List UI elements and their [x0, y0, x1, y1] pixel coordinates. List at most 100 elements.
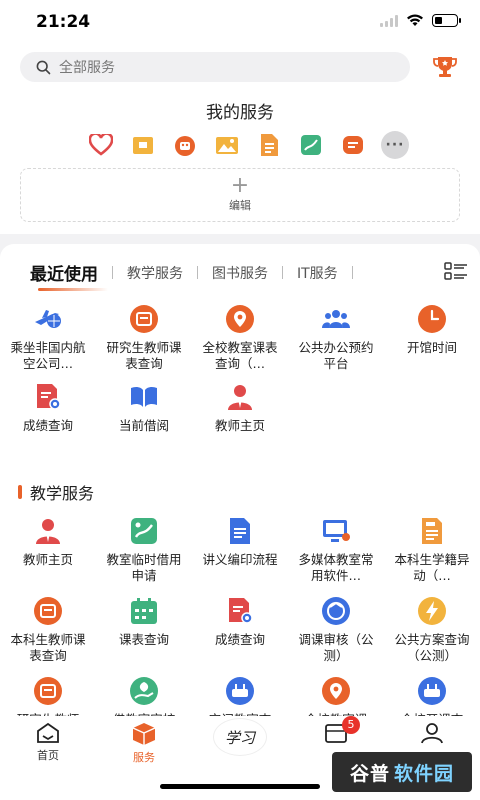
book-icon — [129, 382, 159, 412]
teacher-icon — [225, 382, 255, 412]
cube-icon — [132, 723, 156, 745]
service-name: 本科生学籍异动（… — [394, 552, 470, 583]
grade-search-icon — [33, 382, 63, 412]
status-time: 21:24 — [36, 12, 91, 32]
tab-divider — [351, 266, 353, 279]
services-card: 最近使用 教学服务 图书服务 IT服务 乘坐非国内航空公司… 研究生教师课表查询全… — [0, 244, 480, 724]
nav-services[interactable]: 服务 — [114, 722, 174, 765]
service-name: 全校教室课表查询（… — [202, 340, 278, 371]
service-name: 公共方案查询（公测） — [394, 632, 470, 663]
service-row: 乘坐非国内航空公司… 研究生教师课表查询 全校教室课表查询（… 公共办公预约平台 开馆时… — [0, 304, 480, 372]
home-icon — [37, 722, 59, 743]
swap-icon — [321, 596, 351, 626]
nav-profile[interactable] — [402, 722, 462, 744]
hand-leaf-icon — [129, 676, 159, 706]
student-status-icon — [417, 516, 447, 546]
service-item[interactable]: 教师主页 — [0, 516, 96, 584]
service-item[interactable]: 公共办公预约平台 — [288, 304, 384, 372]
signal-icon — [380, 14, 398, 27]
tab-teaching[interactable]: 教学服务 — [127, 263, 183, 283]
nav-home[interactable]: 首页 — [18, 722, 78, 763]
search-bar[interactable]: 全部服务 — [20, 52, 410, 82]
service-item[interactable]: 讲义编印流程 — [192, 516, 288, 584]
message-icon[interactable] — [338, 130, 368, 160]
service-name: 研究生教师课表查询 — [106, 340, 182, 371]
service-item[interactable]: 教师主页 — [192, 382, 288, 434]
edit-services-button[interactable]: + 编辑 — [20, 168, 460, 222]
document-icon[interactable] — [254, 130, 284, 160]
nav-messages[interactable]: 5 — [306, 716, 366, 744]
router-icon — [417, 676, 447, 706]
watermark-text-a: 谷普 — [349, 762, 390, 785]
tab-library[interactable]: 图书服务 — [212, 263, 268, 283]
logo-button[interactable]: 学习 — [213, 718, 267, 756]
lightning-icon — [417, 596, 447, 626]
service-name: 多媒体教室常用软件… — [298, 552, 374, 583]
service-row: 成绩查询 当前借阅 教师主页 — [0, 382, 480, 434]
service-name: 调课审核（公测） — [298, 632, 374, 663]
service-item[interactable]: 本科生教师课表查询 — [0, 596, 96, 664]
user-icon — [421, 723, 443, 744]
service-item[interactable]: 乘坐非国内航空公司… — [0, 304, 96, 372]
service-name: 教室临时借用申请 — [106, 552, 182, 583]
service-item[interactable]: 当前借阅 — [96, 382, 192, 434]
robot-icon[interactable] — [170, 130, 200, 160]
messages-badge: 5 — [342, 716, 360, 734]
home-indicator — [160, 784, 320, 789]
service-item[interactable]: 调课审核（公测） — [288, 596, 384, 664]
service-row: 教师主页 教室临时借用申请 讲义编印流程 多媒体教室常用软件… 本科生学籍异动（… — [0, 516, 480, 584]
service-name: 当前借阅 — [118, 418, 169, 433]
battery-icon — [432, 14, 461, 27]
more-icon[interactable]: ··· — [380, 130, 410, 160]
service-item[interactable]: 公共方案查询（公测） — [384, 596, 480, 664]
airplane-icon — [33, 304, 63, 334]
nav-home-label: 首页 — [37, 749, 59, 762]
service-item[interactable]: 课表查询 — [96, 596, 192, 664]
service-item[interactable]: 教室临时借用申请 — [96, 516, 192, 584]
service-item[interactable]: 开馆时间 — [384, 304, 480, 372]
my-services-icons: ··· — [86, 130, 410, 160]
service-name: 成绩查询 — [214, 632, 265, 647]
tab-divider — [282, 266, 283, 279]
schedule-icon — [33, 596, 63, 626]
classroom-borrow-icon[interactable] — [296, 130, 326, 160]
image-icon[interactable] — [212, 130, 242, 160]
service-name: 本科生教师课表查询 — [10, 632, 86, 663]
service-item[interactable]: 成绩查询 — [192, 596, 288, 664]
service-name: 教师主页 — [214, 418, 265, 433]
router-icon — [225, 676, 255, 706]
service-name: 讲义编印流程 — [202, 552, 278, 567]
my-services-title: 我的服务 — [206, 103, 274, 123]
service-item[interactable]: 研究生教师课表查询 — [96, 304, 192, 372]
folder-icon[interactable] — [128, 130, 158, 160]
clock-icon — [417, 304, 447, 334]
edit-label: 编辑 — [229, 199, 251, 212]
top-panel: 全部服务 我的服务 ··· + 编辑 — [0, 44, 480, 234]
wifi-icon — [407, 14, 423, 26]
service-item[interactable]: 全校教室课表查询（… — [192, 304, 288, 372]
teaching-section-header: 教学服务 — [18, 480, 94, 504]
tab-fade — [418, 256, 440, 284]
location-pin-icon — [225, 304, 255, 334]
tab-divider — [197, 266, 198, 279]
heart-icon[interactable] — [86, 130, 116, 160]
service-name: 教师主页 — [22, 552, 73, 567]
service-item[interactable]: 本科生学籍异动（… — [384, 516, 480, 584]
search-icon — [36, 60, 51, 74]
service-name: 公共办公预约平台 — [298, 340, 374, 371]
section-title: 教学服务 — [30, 484, 95, 503]
status-bar: 21:24 — [0, 0, 480, 44]
tab-recent[interactable]: 最近使用 — [30, 260, 98, 285]
category-grid-icon[interactable] — [444, 262, 468, 280]
location-pin-icon — [321, 676, 351, 706]
tab-it[interactable]: IT服务 — [297, 263, 338, 283]
plus-icon: + — [230, 173, 250, 198]
service-row: 本科生教师课表查询 课表查询 成绩查询 调课审核（公测） 公共方案查询（公测） — [0, 596, 480, 664]
trophy-icon[interactable] — [432, 54, 458, 80]
search-placeholder: 全部服务 — [59, 60, 115, 76]
service-item[interactable]: 多媒体教室常用软件… — [288, 516, 384, 584]
service-item[interactable]: 成绩查询 — [0, 382, 96, 434]
category-tabs: 最近使用 教学服务 图书服务 IT服务 — [30, 260, 367, 285]
teacher-icon — [33, 516, 63, 546]
schedule-icon — [129, 304, 159, 334]
